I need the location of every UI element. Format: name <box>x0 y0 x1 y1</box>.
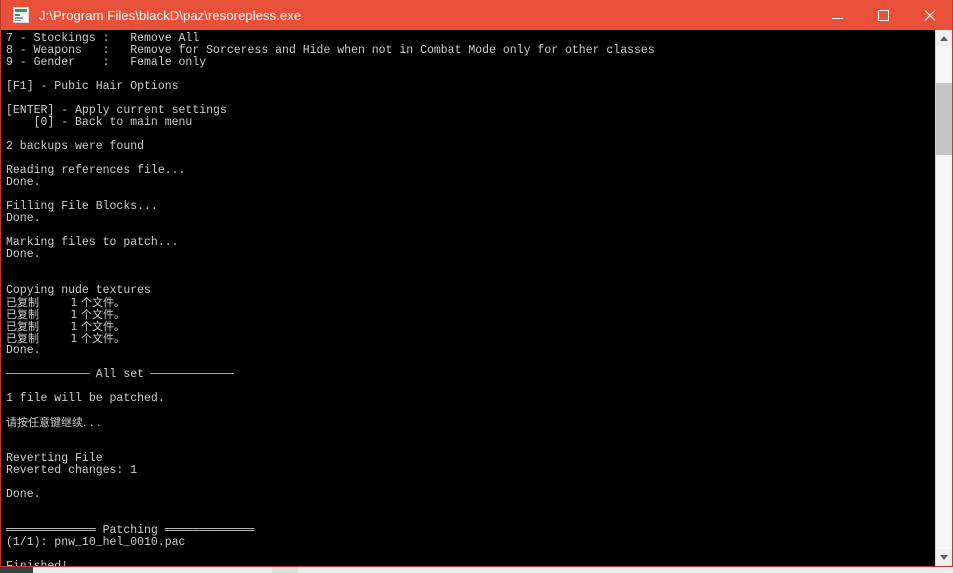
minimize-button[interactable] <box>814 0 860 30</box>
maximize-button[interactable] <box>860 0 906 30</box>
console-line: Marking files to patch... <box>6 236 179 249</box>
window-controls <box>814 0 952 30</box>
console-line: Reverting File <box>6 452 103 465</box>
close-icon <box>923 9 936 22</box>
vertical-scrollbar[interactable] <box>935 30 952 566</box>
console-line: ──────────── All set ──────────── <box>6 368 234 381</box>
console-line: [0] - Back to main menu <box>6 116 193 129</box>
maximize-icon <box>877 9 889 21</box>
console-line: Filling File Blocks... <box>6 200 158 213</box>
close-button[interactable] <box>906 0 952 30</box>
console-line: Copying nude textures <box>6 284 151 297</box>
console-line: Done. <box>6 212 41 225</box>
console-window: J:\Program Files\blackD\paz\resorepless.… <box>0 0 953 567</box>
scroll-down-button[interactable] <box>936 549 952 566</box>
console-line: 9 - Gender : Female only <box>6 56 207 69</box>
console-line: 2 backups were found <box>6 140 145 153</box>
scroll-up-button[interactable] <box>936 30 952 47</box>
window-title-bar[interactable]: J:\Program Files\blackD\paz\resorepless.… <box>1 0 952 30</box>
console-line: 已复制 1 个文件。 <box>6 332 125 345</box>
console-body: 7 - Stockings : Remove All 8 - Weapons : … <box>1 30 952 566</box>
console-line: Done. <box>6 344 41 357</box>
console-line: (1/1): pnw_10_hel_0010.pac <box>6 536 186 549</box>
scrollbar-thumb[interactable] <box>936 83 952 155</box>
console-line: Reading references file... <box>6 164 186 177</box>
console-output-text[interactable]: 7 - Stockings : Remove All 8 - Weapons : … <box>1 30 935 566</box>
console-app-icon <box>13 7 29 23</box>
minimize-icon <box>831 18 843 19</box>
console-line: 已复制 1 个文件。 <box>6 308 125 321</box>
console-line: 已复制 1 个文件。 <box>6 296 125 309</box>
console-line: 已复制 1 个文件。 <box>6 320 125 333</box>
console-line: Reverted changes: 1 <box>6 464 138 477</box>
console-line: Done. <box>6 176 41 189</box>
chevron-up-icon <box>940 36 948 41</box>
console-line: Finished! <box>6 561 935 567</box>
console-line: [F1] - Pubic Hair Options <box>6 80 179 93</box>
chevron-down-icon <box>940 555 948 560</box>
console-line: Done. <box>6 248 41 261</box>
console-line: 1 file will be patched. <box>6 392 165 405</box>
console-line: Done. <box>6 488 41 501</box>
desktop-background: J:\Program Files\blackD\paz\resorepless.… <box>0 0 953 573</box>
window-title-text: J:\Program Files\blackD\paz\resorepless.… <box>39 7 302 23</box>
scrollbar-track[interactable] <box>936 47 952 549</box>
console-line: 请按任意键继续. . . <box>6 416 101 429</box>
